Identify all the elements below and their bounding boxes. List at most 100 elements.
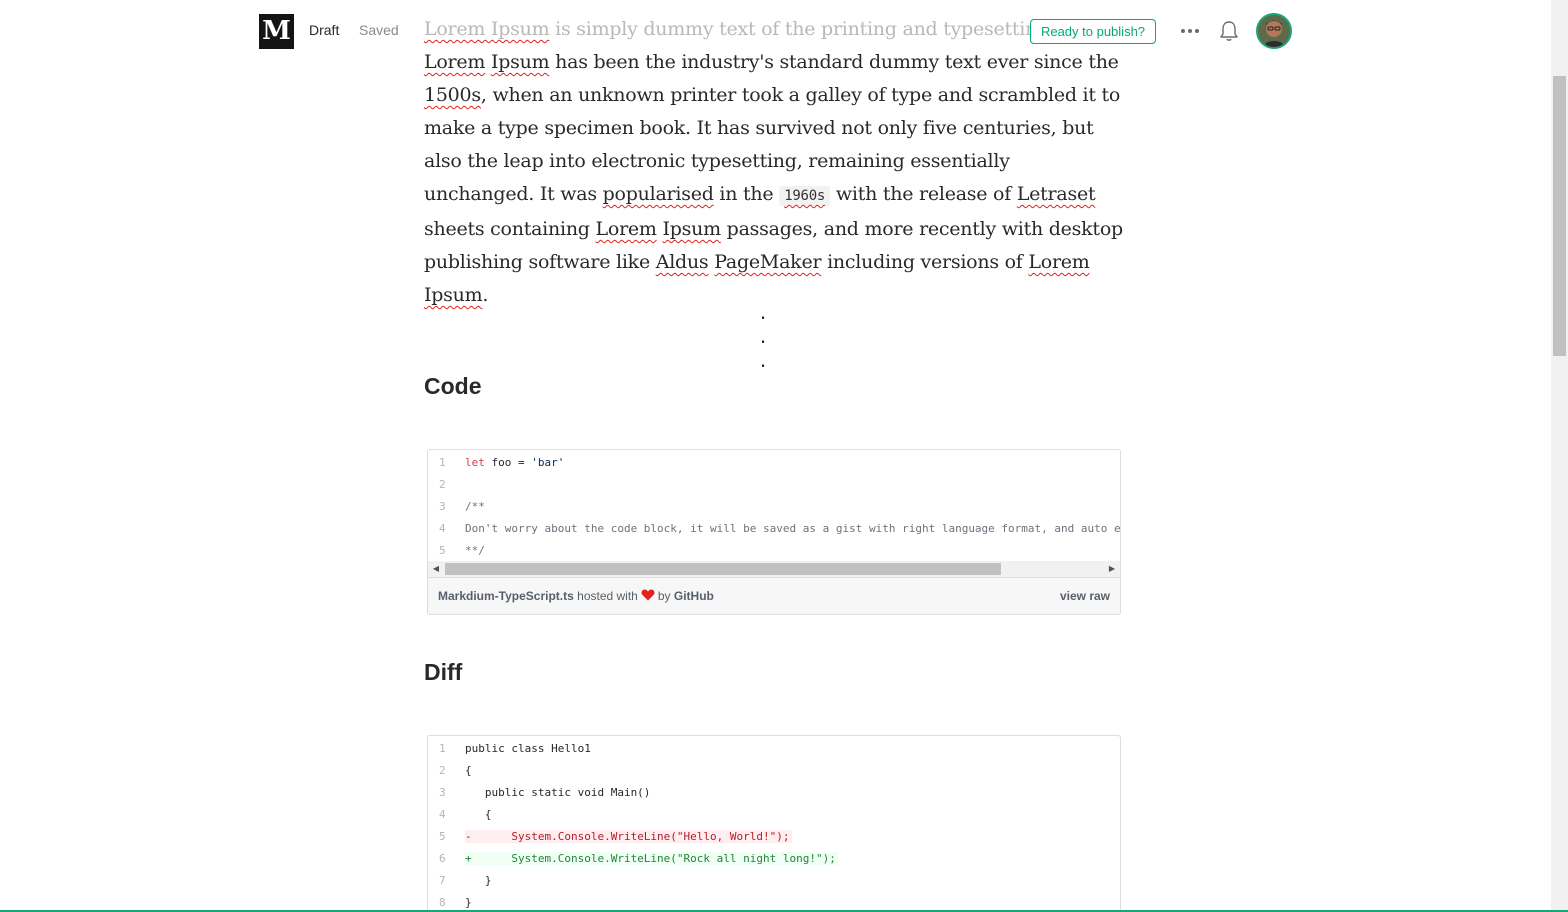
code-text: System.Console.WriteLine("Hello, World!"… <box>471 829 790 843</box>
diff-line: 8} <box>428 891 1120 912</box>
text-span: . <box>482 284 489 306</box>
gist-meta-bar: Markdium-TypeScript.ts hosted with by Gi… <box>428 577 1120 614</box>
line-code: public static void Main() <box>464 785 651 799</box>
page-scrollbar[interactable] <box>1551 0 1568 912</box>
scrollbar-thumb[interactable] <box>445 563 1001 575</box>
gist-diff-lines: 1 public class Hello1 2{3 public static vo… <box>428 736 1120 912</box>
line-number: 3 <box>439 499 446 513</box>
text-span: with the release of <box>830 183 1017 205</box>
diff-line: 3 public static void Main() <box>428 781 1120 803</box>
text-span: popularised <box>602 183 714 205</box>
text-span: including versions of <box>821 251 1029 273</box>
code-text: { <box>465 764 472 777</box>
line-code: Don't worry about the code block, it wil… <box>464 522 1120 535</box>
saved-status: Saved <box>359 22 399 38</box>
line-code: - System.Console.WriteLine("Hello, World… <box>464 829 792 843</box>
line-number: 8 <box>439 895 446 909</box>
text-span: Lorem <box>595 218 657 240</box>
scroll-right-icon[interactable]: ▶ <box>1104 561 1120 577</box>
code-text: Don't worry about the code block, it wil… <box>465 521 1120 535</box>
code-text: public static void Main() <box>465 785 651 799</box>
inline-code: 1960s <box>779 186 831 206</box>
line-code: **/ <box>464 544 485 557</box>
line-code: } <box>464 874 492 887</box>
code-text: } <box>465 874 492 887</box>
heading-diff[interactable]: Diff <box>424 659 462 686</box>
page-scrollbar-thumb[interactable] <box>1553 76 1566 356</box>
avatar-image <box>1258 15 1290 47</box>
diff-line: 6 + System.Console.WriteLine("Rock all ni… <box>428 847 1120 869</box>
line-code: /** <box>464 500 485 513</box>
code-text: public static void Main() <box>465 785 651 799</box>
line-code: { <box>464 764 472 777</box>
text-span: PageMaker <box>714 251 822 273</box>
line-number: 2 <box>439 477 446 491</box>
line-code: let foo = 'bar' <box>464 456 564 469</box>
github-link[interactable]: GitHub <box>674 589 714 603</box>
line-code: public class Hello1 <box>464 742 591 755</box>
medium-logo[interactable]: M <box>259 14 294 49</box>
line-number: 4 <box>439 521 446 535</box>
line-number: 1 <box>439 455 446 469</box>
editor-page: M Draft Saved Ready to publish? Lorem Ip <box>0 0 1568 912</box>
code-string: 'bar' <box>531 455 565 469</box>
gist-embed-diff[interactable]: 1 public class Hello1 2{3 public static vo… <box>427 735 1121 912</box>
line-code: { <box>464 808 492 821</box>
text-span: 1500s <box>424 84 481 106</box>
draft-label: Draft <box>309 22 340 38</box>
text-span: sheets containing <box>424 218 596 240</box>
code-line: 1 let foo = 'bar' <box>428 451 1120 473</box>
text-span: has been the industry's standard dummy t… <box>549 51 1119 73</box>
code-text: **/ <box>465 543 485 557</box>
diff-added: + System.Console.WriteLine("Rock all nig… <box>465 851 838 865</box>
gist-filename-link[interactable]: Markdium-TypeScript.ts <box>438 589 574 603</box>
code-text: { <box>465 808 492 821</box>
heading-code[interactable]: Code <box>424 373 482 400</box>
line-number: 7 <box>439 873 446 887</box>
line-number: 3 <box>439 785 446 799</box>
publish-button[interactable]: Ready to publish? <box>1030 19 1156 44</box>
heart-icon <box>641 589 655 601</box>
line-code: } <box>464 896 472 909</box>
diff-marker: - <box>465 829 472 843</box>
code-text: foo = <box>484 455 532 469</box>
bell-icon[interactable] <box>1219 20 1239 42</box>
diff-line: 5 - System.Console.WriteLine("Hello, Worl… <box>428 825 1120 847</box>
code-line: 3 /** <box>428 495 1120 517</box>
code-text: public class Hello1 <box>465 742 591 755</box>
code-line: 2 <box>428 473 1120 495</box>
view-raw-link[interactable]: view raw <box>1060 578 1110 614</box>
line-number: 4 <box>439 807 446 821</box>
code-text: public class Hello1 <box>465 741 591 755</box>
diff-marker: + <box>465 851 472 865</box>
line-number: 5 <box>439 543 446 557</box>
text-span: is simply dummy text of the printing and… <box>549 18 1073 40</box>
line-number: 5 <box>439 829 446 843</box>
text-span: Lorem <box>1028 251 1090 273</box>
code-text: /** <box>465 499 485 513</box>
code-keyword: let <box>465 455 485 469</box>
line-number: 1 <box>439 741 446 755</box>
text-span: Lorem <box>424 51 486 73</box>
body-paragraph[interactable]: Lorem Ipsum is simply dummy text of the … <box>424 13 1124 312</box>
diff-line: 7 } <box>428 869 1120 891</box>
text-span: Ipsum <box>424 284 483 306</box>
diff-line: 2{ <box>428 759 1120 781</box>
code-text: } <box>465 873 492 887</box>
code-line: 4 Don't worry about the code block, it wi… <box>428 517 1120 539</box>
line-number: 2 <box>439 763 446 777</box>
gist-embed-code[interactable]: 1 let foo = 'bar' 2 3 /** 4 Don't worry about … <box>427 449 1121 615</box>
diff-line: 4 { <box>428 803 1120 825</box>
by-label: by <box>657 589 671 603</box>
more-horizontal-icon[interactable] <box>1180 28 1200 34</box>
code-line: 5 **/ <box>428 539 1120 561</box>
scroll-left-icon[interactable]: ◀ <box>428 561 444 577</box>
code-text: } <box>465 895 472 909</box>
gist-horizontal-scrollbar[interactable]: ◀ ▶ <box>428 561 1120 577</box>
hosted-with-label: hosted with <box>577 589 638 603</box>
text-span: Letraset <box>1016 183 1096 205</box>
avatar[interactable] <box>1256 13 1292 49</box>
code-text: System.Console.WriteLine("Rock all night… <box>471 851 836 865</box>
section-separator: · · · <box>759 306 785 378</box>
code-text: { <box>465 807 492 821</box>
